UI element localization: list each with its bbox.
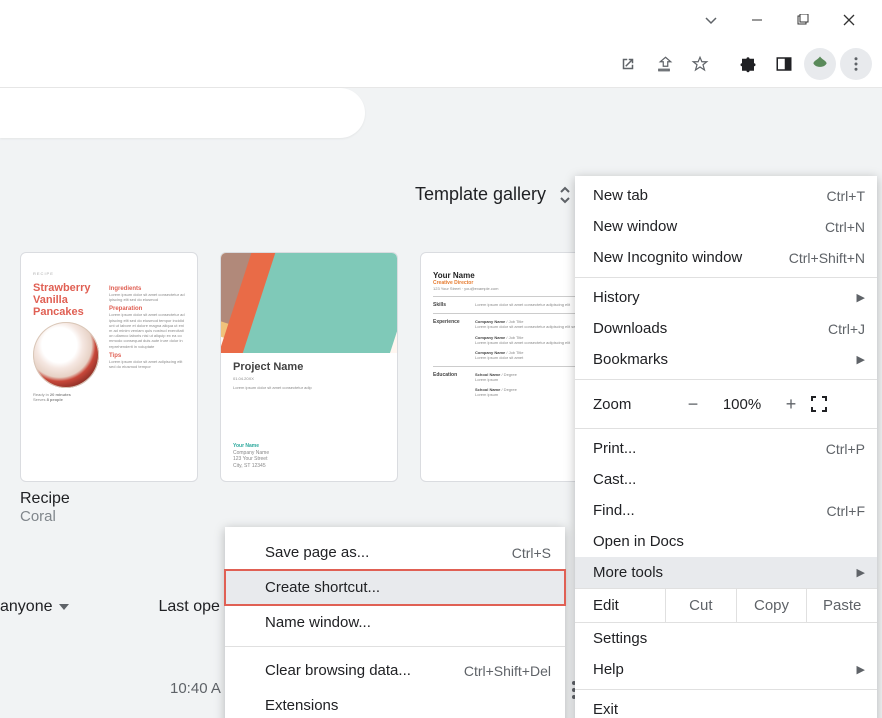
- menu-open-docs[interactable]: Open in Docs: [575, 526, 877, 557]
- menu-zoom: Zoom − 100% +: [575, 384, 877, 424]
- menu-downloads[interactable]: DownloadsCtrl+J: [575, 313, 877, 344]
- template-title: Recipe: [20, 490, 198, 508]
- page-content: Template gallery RECIPE Strawberry Vanil…: [0, 88, 882, 718]
- template-gallery-label: Template gallery: [415, 184, 546, 205]
- more-tools-submenu: Save page as...Ctrl+S Create shortcut...…: [225, 527, 565, 718]
- submenu-save-page[interactable]: Save page as...Ctrl+S: [225, 535, 565, 570]
- template-card-tropic[interactable]: Project Name 01.04.20XX Lorem ipsum dolo…: [220, 252, 398, 525]
- menu-cast[interactable]: Cast...: [575, 464, 877, 495]
- close-button[interactable]: [826, 5, 872, 35]
- template-thumb: RECIPE Strawberry Vanilla Pancakes Ready…: [20, 252, 198, 482]
- menu-new-window[interactable]: New windowCtrl+N: [575, 211, 877, 242]
- submenu-clear-data[interactable]: Clear browsing data...Ctrl+Shift+Del: [225, 653, 565, 688]
- share-icon[interactable]: [648, 48, 680, 80]
- menu-help[interactable]: Help▶: [575, 654, 877, 685]
- menu-new-tab[interactable]: New tabCtrl+T: [575, 180, 877, 211]
- menu-icon[interactable]: [840, 48, 872, 80]
- zoom-value: 100%: [713, 396, 771, 413]
- menu-bookmarks[interactable]: Bookmarks▶: [575, 344, 877, 375]
- menu-settings[interactable]: Settings: [575, 623, 877, 654]
- edit-paste-button[interactable]: Paste: [806, 589, 877, 622]
- template-subtitle: Coral: [20, 508, 198, 525]
- template-card-recipe[interactable]: RECIPE Strawberry Vanilla Pancakes Ready…: [20, 252, 198, 525]
- submenu-name-window[interactable]: Name window...: [225, 605, 565, 640]
- doc-time: 10:40 A: [170, 680, 221, 697]
- fullscreen-icon[interactable]: [811, 396, 851, 412]
- menu-edit-row: Edit Cut Copy Paste: [575, 588, 877, 623]
- edit-cut-button[interactable]: Cut: [665, 589, 736, 622]
- extensions-icon[interactable]: [732, 48, 764, 80]
- minimize-button[interactable]: [734, 5, 780, 35]
- maximize-button[interactable]: [780, 5, 826, 35]
- template-card-resume[interactable]: Your Name Creative Director 123 Your Str…: [420, 252, 598, 525]
- open-new-icon[interactable]: [612, 48, 644, 80]
- window-titlebar: [0, 0, 882, 40]
- zoom-in-button[interactable]: +: [771, 394, 811, 415]
- menu-incognito[interactable]: New Incognito windowCtrl+Shift+N: [575, 242, 877, 273]
- template-cards: RECIPE Strawberry Vanilla Pancakes Ready…: [20, 252, 598, 525]
- side-panel-icon[interactable]: [768, 48, 800, 80]
- owned-by-filter[interactable]: anyone: [0, 598, 69, 616]
- star-icon[interactable]: [684, 48, 716, 80]
- main-menu: New tabCtrl+T New windowCtrl+N New Incog…: [575, 176, 877, 718]
- browser-toolbar: [0, 40, 882, 88]
- template-thumb: Your Name Creative Director 123 Your Str…: [420, 252, 598, 482]
- expand-icon: [558, 185, 572, 205]
- menu-history[interactable]: History▶: [575, 282, 877, 313]
- submenu-extensions[interactable]: Extensions: [225, 688, 565, 718]
- edit-copy-button[interactable]: Copy: [736, 589, 807, 622]
- zoom-out-button[interactable]: −: [673, 394, 713, 415]
- avatar-icon[interactable]: [804, 48, 836, 80]
- sort-filter[interactable]: Last ope: [159, 598, 220, 616]
- search-bar[interactable]: [0, 88, 365, 138]
- filters-row: anyone Last ope: [0, 598, 220, 616]
- menu-exit[interactable]: Exit: [575, 694, 877, 718]
- menu-more-tools[interactable]: More tools▶: [575, 557, 877, 588]
- menu-find[interactable]: Find...Ctrl+F: [575, 495, 877, 526]
- template-thumb: Project Name 01.04.20XX Lorem ipsum dolo…: [220, 252, 398, 482]
- menu-print[interactable]: Print...Ctrl+P: [575, 433, 877, 464]
- submenu-create-shortcut[interactable]: Create shortcut...: [225, 570, 565, 605]
- tab-chevron-icon[interactable]: [688, 5, 734, 35]
